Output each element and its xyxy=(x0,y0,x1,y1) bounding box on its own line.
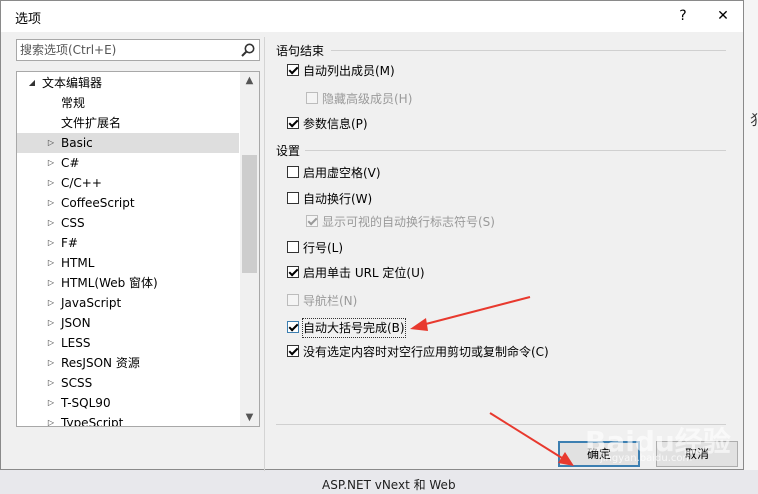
scroll-up-arrow-icon[interactable]: ▲ xyxy=(240,72,259,89)
tree-item[interactable]: ▷ T-SQL90 xyxy=(17,393,239,413)
tree-item[interactable]: ▷ TypeScript xyxy=(17,413,239,427)
expand-arrow-icon[interactable]: ▷ xyxy=(46,173,56,193)
tree-item[interactable]: 文件扩展名 xyxy=(17,113,239,133)
tree-item-label: JSON xyxy=(61,316,91,330)
expand-arrow-icon[interactable]: ▷ xyxy=(46,233,56,253)
group-divider xyxy=(331,50,726,51)
word-wrap-checkbox[interactable] xyxy=(287,192,299,204)
tree-item-label: F# xyxy=(61,236,78,250)
hide-advanced-members-label: 隐藏高级成员(H) xyxy=(322,92,413,106)
tree-item-label: TypeScript xyxy=(61,416,124,427)
background-right-glyph: 犭 xyxy=(750,113,758,129)
cut-copy-blank-label: 没有选定内容时对空行应用剪切或复制命令(C) xyxy=(303,345,549,359)
tree-item-label: 文本编辑器 xyxy=(42,76,103,90)
tree-item[interactable]: ▷ HTML(Web 窗体) xyxy=(17,273,239,293)
options-tree[interactable]: ◢ 文本编辑器常规文件扩展名 ▷ Basic ▷ C# ▷ C/C++ ▷ CoffeeScrip… xyxy=(16,71,260,427)
auto-list-members-checkbox[interactable] xyxy=(287,64,299,76)
search-box[interactable] xyxy=(16,39,260,61)
scroll-down-arrow-icon[interactable]: ▼ xyxy=(240,409,259,426)
tree-item-label: Basic xyxy=(61,136,93,150)
tree-item[interactable]: ▷ Basic xyxy=(17,133,239,153)
navigation-bar-label: 导航栏(N) xyxy=(303,294,358,308)
tree-item-label: HTML(Web 窗体) xyxy=(61,276,158,290)
help-button[interactable]: ? xyxy=(673,6,693,26)
search-input[interactable] xyxy=(20,42,230,58)
expand-arrow-icon[interactable]: ▷ xyxy=(46,333,56,353)
tree-item[interactable]: ▷ C# xyxy=(17,153,239,173)
tree-item-label: CoffeeScript xyxy=(61,196,135,210)
expanded-arrow-icon[interactable]: ◢ xyxy=(27,73,37,93)
expand-arrow-icon[interactable]: ▷ xyxy=(46,293,56,313)
cut-copy-blank-checkbox[interactable] xyxy=(287,345,299,357)
auto-list-members-label: 自动列出成员(M) xyxy=(303,64,395,78)
tree-item-label: SCSS xyxy=(61,376,93,390)
auto-brace-checkbox[interactable] xyxy=(287,321,299,333)
tree-item-label: 常规 xyxy=(61,96,86,110)
expand-arrow-icon[interactable]: ▷ xyxy=(46,313,56,333)
expand-arrow-icon[interactable]: ▷ xyxy=(46,413,56,426)
tree-item[interactable]: ▷ JavaScript xyxy=(17,293,239,313)
expand-arrow-icon[interactable]: ▷ xyxy=(46,273,56,293)
tree-item[interactable]: ▷ F# xyxy=(17,233,239,253)
tree-item-label: CSS xyxy=(61,216,85,230)
tree-item-label: C# xyxy=(61,156,80,170)
parameter-info-label: 参数信息(P) xyxy=(303,117,368,131)
show-wrap-glyphs-label: 显示可视的自动换行标志符号(S) xyxy=(322,215,495,229)
tree-item-label: T-SQL90 xyxy=(61,396,111,410)
group-header-statement-completion: 语句结束 xyxy=(276,44,325,58)
navigation-bar-checkbox xyxy=(287,294,299,306)
word-wrap-label: 自动换行(W) xyxy=(303,192,373,206)
tree-item[interactable]: ▷ SCSS xyxy=(17,373,239,393)
expand-arrow-icon[interactable]: ▷ xyxy=(46,153,56,173)
hide-advanced-members-checkbox xyxy=(306,92,318,104)
expand-arrow-icon[interactable]: ▷ xyxy=(46,253,56,273)
tree-item[interactable]: ▷ CoffeeScript xyxy=(17,193,239,213)
virtual-space-checkbox[interactable] xyxy=(287,166,299,178)
group-divider xyxy=(305,150,726,151)
single-click-url-checkbox[interactable] xyxy=(287,266,299,278)
tree-item-label: JavaScript xyxy=(61,296,122,310)
background-right-strip xyxy=(744,0,758,494)
expand-arrow-icon[interactable]: ▷ xyxy=(46,373,56,393)
watermark-url: jingyan.baidu.com xyxy=(600,453,693,464)
dialog-title: 选项 xyxy=(15,12,42,27)
tree-item[interactable]: ▷ JSON xyxy=(17,313,239,333)
tree-item-label: ResJSON 资源 xyxy=(61,356,140,370)
group-header-settings: 设置 xyxy=(276,144,301,158)
close-button[interactable]: ✕ xyxy=(711,6,735,26)
tree-scrollbar[interactable]: ▲ ▼ xyxy=(240,72,259,426)
line-numbers-checkbox[interactable] xyxy=(287,241,299,253)
single-click-url-label: 启用单击 URL 定位(U) xyxy=(303,266,425,280)
expand-arrow-icon[interactable]: ▷ xyxy=(46,133,56,153)
tree-item-label: LESS xyxy=(61,336,91,350)
line-numbers-label: 行号(L) xyxy=(303,241,344,255)
expand-arrow-icon[interactable]: ▷ xyxy=(46,353,56,373)
tree-item-label: 文件扩展名 xyxy=(61,116,122,130)
virtual-space-label: 启用虚空格(V) xyxy=(303,166,381,180)
parameter-info-checkbox[interactable] xyxy=(287,117,299,129)
panel-divider xyxy=(264,37,265,471)
show-wrap-glyphs-checkbox xyxy=(306,215,318,227)
tree-item[interactable]: ▷ CSS xyxy=(17,213,239,233)
tree-item[interactable]: ◢ 文本编辑器 xyxy=(17,73,239,93)
tree-item[interactable]: ▷ HTML xyxy=(17,253,239,273)
tree-item-label: HTML xyxy=(61,256,95,270)
search-icon[interactable] xyxy=(240,42,256,58)
tree-item[interactable]: 常规 xyxy=(17,93,239,113)
expand-arrow-icon[interactable]: ▷ xyxy=(46,213,56,233)
tree-item[interactable]: ▷ C/C++ xyxy=(17,173,239,193)
options-dialog: 选项 ? ✕ ◢ 文本编辑器常规文件扩展名 ▷ Basic ▷ C# ▷ C/C++ ▷ Coff… xyxy=(0,0,744,471)
tree-item[interactable]: ▷ LESS xyxy=(17,333,239,353)
auto-brace-label: 自动大括号完成(B) xyxy=(302,318,406,338)
scroll-thumb[interactable] xyxy=(242,155,257,273)
tree-item-label: C/C++ xyxy=(61,176,102,190)
title-bar: 选项 ? ✕ xyxy=(1,1,743,32)
tree-item[interactable]: ▷ ResJSON 资源 xyxy=(17,353,239,373)
background-bottom-text: ASP.NET vNext 和 Web xyxy=(322,478,456,492)
expand-arrow-icon[interactable]: ▷ xyxy=(46,193,56,213)
expand-arrow-icon[interactable]: ▷ xyxy=(46,393,56,413)
